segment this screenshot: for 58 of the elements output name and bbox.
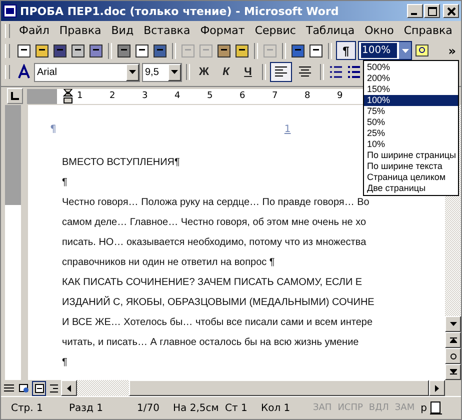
- zoom-option[interactable]: 200%: [364, 73, 458, 84]
- document-text-line: самом деле… Главное… Честно говоря, об этом мне очень не хо: [62, 216, 366, 230]
- zoom-option[interactable]: По ширине текста: [364, 161, 458, 172]
- menu-item[interactable]: Справка: [398, 24, 458, 37]
- menu-item[interactable]: Файл: [14, 24, 54, 37]
- zoom-option[interactable]: Две страницы: [364, 183, 458, 194]
- zoom-option[interactable]: 100%: [364, 95, 458, 106]
- page-number: 1: [284, 124, 291, 134]
- menu-item[interactable]: Вставка: [138, 24, 196, 37]
- font-combo[interactable]: Arial: [34, 62, 140, 82]
- ruler-number: 1: [77, 91, 84, 101]
- status-field: Ст 1: [225, 402, 261, 414]
- menu-item[interactable]: Правка: [54, 24, 106, 37]
- window-title: ПРОБА ПЕР1.doc (только чтение) - Microsoft Word: [20, 4, 339, 18]
- document-text-line: ¶: [62, 356, 68, 370]
- document-text-line: Честно говоря… Положа руку на сердце… По правде говоря… Во: [62, 196, 370, 210]
- ruler-number: 2: [110, 91, 116, 101]
- document-text-line: ¶: [62, 176, 68, 190]
- ruler-number: 4: [174, 91, 182, 101]
- zoom-option[interactable]: 500%: [364, 62, 458, 73]
- document-text-line: И ВСЕ ЖЕ… Хотелось бы… чтобы все писали сами и всем интере: [62, 316, 373, 330]
- toolbar-overflow-button[interactable]: »: [448, 44, 456, 58]
- ruler-number: 8: [304, 91, 312, 101]
- ruler-number: 6: [240, 91, 246, 101]
- document-text-line: ВМЕСТО ВСТУПЛЕНИЯ¶: [62, 156, 180, 170]
- zoom-option[interactable]: 25%: [364, 128, 458, 139]
- text-style-button[interactable]: Ж: [194, 62, 214, 82]
- font-size-combo[interactable]: 9,5: [142, 62, 182, 82]
- menu-item[interactable]: Таблица: [300, 24, 360, 37]
- show-formatting-button[interactable]: ¶: [336, 41, 356, 60]
- status-field: Разд 1: [69, 402, 137, 414]
- zoom-option[interactable]: Страница целиком: [364, 172, 458, 183]
- menu-item[interactable]: Вид: [106, 24, 139, 37]
- document-text-line: ИЗДАНИЙ С, ЯКОБЫ, ОБРАЗЦОВЫМИ (МЕДАЛЬНЫМИ) СОЧИНЕ: [62, 295, 374, 310]
- document-text-line: справочников ни один не ответил на вопрос ¶: [62, 256, 275, 270]
- menu-item[interactable]: Окно: [360, 24, 399, 37]
- ruler-number: 7: [272, 91, 279, 101]
- document-text-line: КАК ПИСАТЬ СОЧИНЕНИЕ? ЗАЧЕМ ПИСАТЬ САМОМУ, ЕСЛИ Е: [62, 276, 362, 290]
- status-field: Кол 1: [261, 402, 313, 414]
- status-field: На 2,5см: [173, 402, 225, 414]
- zoom-option[interactable]: 10%: [364, 139, 458, 150]
- text-style-button[interactable]: К: [216, 62, 236, 82]
- document-text-line: писать. НО… оказывается необходимо, потому что из множества: [62, 236, 366, 250]
- status-field: 1/70: [137, 402, 173, 414]
- zoom-option[interactable]: По ширине страницы: [364, 150, 458, 161]
- menu-item[interactable]: Сервис: [250, 24, 301, 37]
- text-style-button[interactable]: Ч: [238, 62, 258, 82]
- zoom-option[interactable]: 75%: [364, 106, 458, 117]
- language-indicator: р: [420, 402, 427, 414]
- document-text-line: читать, и писать… А главное осталось бы на всю жизнь умение: [62, 336, 359, 350]
- zoom-combo[interactable]: 100%: [358, 41, 412, 60]
- zoom-option[interactable]: 50%: [364, 117, 458, 128]
- menu-item[interactable]: Формат: [195, 24, 250, 37]
- ruler-number: 3: [142, 91, 149, 101]
- ruler-number: 5: [207, 91, 214, 101]
- header-mark: ¶: [50, 124, 56, 134]
- ruler-number: 9: [337, 91, 344, 101]
- status-field: Стр. 1: [11, 402, 69, 414]
